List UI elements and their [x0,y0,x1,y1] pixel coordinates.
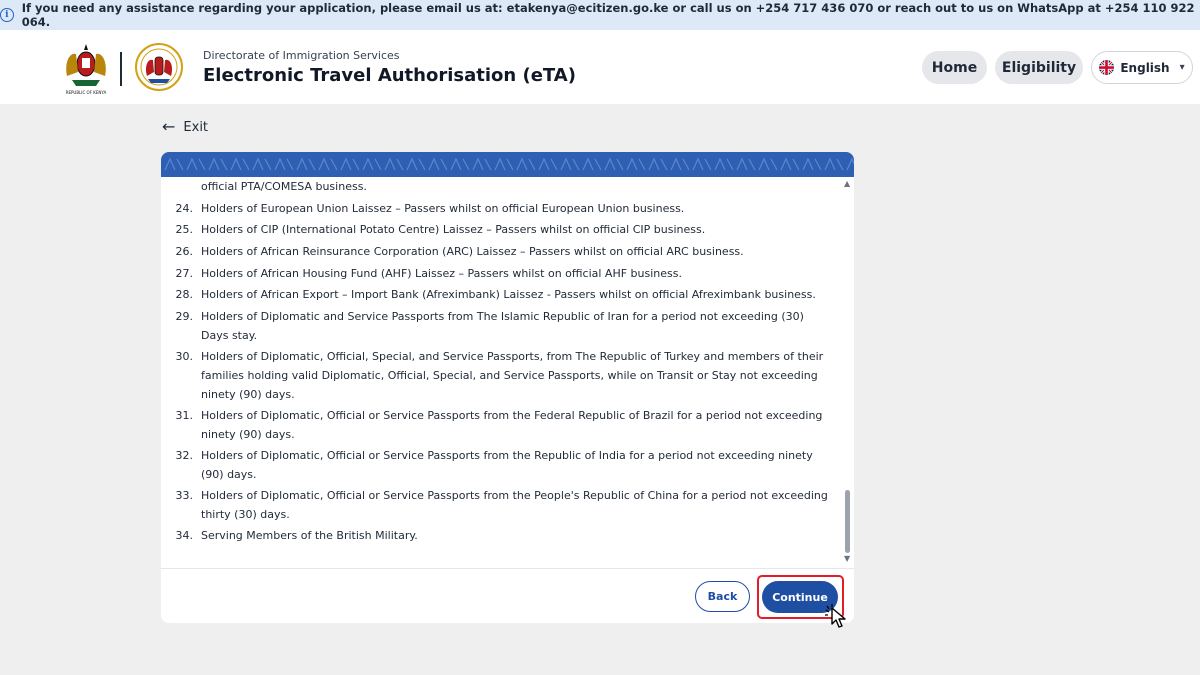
list-item-text: Holders of African Housing Fund (AHF) La… [201,267,682,280]
scrollbar-thumb[interactable] [845,490,850,553]
scroll-up-icon[interactable]: ▲ [844,179,850,188]
exemption-list[interactable]: official PTA/COMESA business. 24. Holders … [161,177,841,565]
list-item-text: Holders of Diplomatic, Official or Servi… [201,449,813,481]
list-item: 28. Holders of African Export – Import Ba… [161,285,841,304]
pointer-cursor-icon [825,604,846,628]
card-divider [161,568,854,569]
eligibility-card: official PTA/COMESA business. 24. Holders … [161,152,854,623]
assistance-text: If you need any assistance regarding you… [21,1,1195,29]
list-item: 25. Holders of CIP (International Potato … [161,220,841,239]
directorate-subtitle: Directorate of Immigration Services [203,49,400,62]
site-header: REPUBLIC OF KENYA Directorate of Immigra… [0,30,1200,104]
list-item-text: Holders of African Export – Import Bank … [201,288,816,301]
list-item: 30. Holders of Diplomatic, Official, Spec… [161,347,841,404]
site-title: Electronic Travel Authorisation (eTA) [203,65,576,86]
list-item: 29. Holders of Diplomatic and Service Pas… [161,307,841,345]
kenya-coat-of-arms-logo[interactable]: REPUBLIC OF KENYA [62,42,110,96]
language-selector[interactable]: English ▾ [1091,51,1193,84]
chevron-down-icon: ▾ [1179,62,1185,73]
list-item-number: 32. [175,449,194,462]
list-item-text: Holders of European Union Laissez – Pass… [201,202,685,215]
back-button[interactable]: Back [695,581,750,612]
list-item-number: 28. [175,288,194,301]
exit-label: Exit [183,119,209,135]
list-item: 24. Holders of European Union Laissez – P… [161,199,841,218]
list-item: official PTA/COMESA business. [161,177,841,196]
list-item-number: 26. [175,245,194,258]
list-scrollbar[interactable]: ▲ ▼ [841,177,854,567]
logo-caption: REPUBLIC OF KENYA [66,90,107,95]
list-item-number: 34. [175,529,194,542]
list-item: 26. Holders of African Reinsurance Corpor… [161,242,841,261]
immigration-logo [135,43,183,91]
home-nav-button[interactable]: Home [922,51,987,84]
list-item-text: Holders of African Reinsurance Corporati… [201,245,744,258]
arrow-left-icon: ← [162,117,176,136]
list-item: 32. Holders of Diplomatic, Official or Se… [161,446,841,484]
list-item-number: 31. [175,409,194,422]
list-item-text: Holders of Diplomatic, Official or Servi… [201,409,823,441]
card-header-pattern [161,152,854,177]
list-item-number: 33. [175,489,194,502]
list-item-number: 24. [175,202,194,215]
list-item: 33. Holders of Diplomatic, Official or Se… [161,486,841,524]
list-item-number: 25. [175,223,194,236]
info-icon: i [0,8,14,22]
list-item: 34. Serving Members of the British Milita… [161,526,841,545]
list-item-text: Holders of Diplomatic, Official, Special… [201,350,824,401]
assistance-banner: i If you need any assistance regarding y… [0,0,1200,30]
logo-divider [120,52,122,86]
list-item-number: 29. [175,310,194,323]
exit-link[interactable]: ← Exit [162,119,208,135]
list-item-number: 30. [175,350,194,363]
language-label: English [1120,60,1170,75]
list-item-text: Holders of Diplomatic and Service Passpo… [201,310,804,342]
uk-flag-icon [1099,60,1115,75]
list-item-text: Holders of Diplomatic, Official or Servi… [201,489,828,521]
scroll-down-icon[interactable]: ▼ [844,554,850,563]
list-item-text: official PTA/COMESA business. [201,180,367,193]
list-item-text: Holders of CIP (International Potato Cen… [201,223,706,236]
eligibility-nav-button[interactable]: Eligibility [995,51,1083,84]
list-item-text: Serving Members of the British Military. [201,529,418,542]
list-item-number: 27. [175,267,194,280]
list-item: 27. Holders of African Housing Fund (AHF)… [161,264,841,283]
list-item: 31. Holders of Diplomatic, Official or Se… [161,406,841,444]
list-item-number [161,177,201,196]
